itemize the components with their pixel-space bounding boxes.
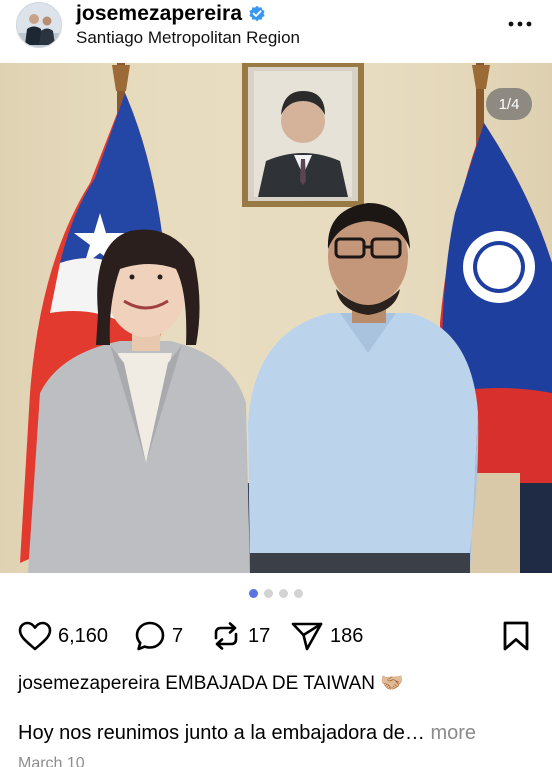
caption-body: Hoy nos reunimos junto a la embajadora d… [18, 722, 425, 744]
location-label[interactable]: Santiago Metropolitan Region [76, 28, 300, 48]
image-counter: 1/4 [486, 88, 532, 120]
caption-text: Hoy nos reunimos junto a la embajadora d… [18, 722, 476, 745]
reposts-count: 17 [248, 624, 271, 647]
post-photo[interactable]: 1/4 [0, 63, 552, 573]
avatar[interactable] [16, 2, 62, 48]
repost-button[interactable]: 17 [210, 616, 270, 656]
more-options-button[interactable] [504, 12, 536, 36]
share-icon [291, 622, 323, 651]
post-date: March 10 [18, 755, 85, 767]
more-link[interactable]: more [430, 722, 476, 744]
bookmark-button[interactable] [502, 616, 530, 656]
bookmark-icon [503, 621, 529, 651]
carousel-dot[interactable] [264, 589, 273, 598]
heart-icon [18, 621, 52, 651]
shares-count: 186 [330, 624, 364, 647]
comment-button[interactable]: 7 [134, 616, 183, 656]
like-button[interactable]: 6,160 [18, 616, 108, 656]
verified-badge-icon [248, 5, 266, 23]
likes-count: 6,160 [58, 624, 109, 647]
action-bar: 6,160 7 17 186 [0, 616, 552, 656]
username[interactable]: josemezapereira [76, 2, 242, 26]
carousel-indicator [0, 589, 552, 598]
caption-header: josemezapereira EMBAJADA DE TAIWAN 🤝🏼 [18, 671, 404, 695]
framed-portrait [242, 63, 364, 207]
caption-title: EMBAJADA DE TAIWAN [165, 673, 375, 694]
comment-icon [135, 621, 165, 651]
carousel-dot[interactable] [294, 589, 303, 598]
photo-illustration [0, 63, 552, 573]
caption-username[interactable]: josemezapereira [18, 673, 160, 694]
repost-icon [214, 622, 238, 650]
post-header: josemezapereira Santiago Metropolitan Re… [0, 0, 552, 62]
handshake-emoji: 🤝🏼 [380, 673, 404, 694]
comments-count: 7 [172, 624, 184, 647]
more-options-icon [508, 21, 532, 27]
carousel-dot[interactable] [279, 589, 288, 598]
share-button[interactable]: 186 [290, 616, 363, 656]
carousel-dot[interactable] [249, 589, 258, 598]
avatar-image [17, 3, 61, 47]
